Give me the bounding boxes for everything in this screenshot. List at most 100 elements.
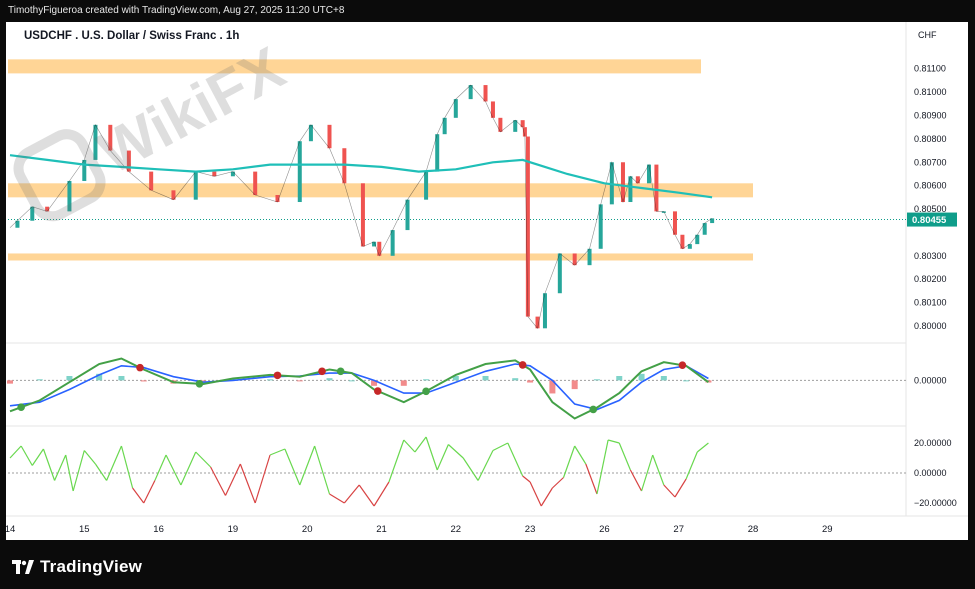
- price-candle: [297, 141, 302, 203]
- price-unit-label: CHF: [918, 30, 937, 40]
- price-candle: [468, 85, 473, 100]
- macd-histogram-bar: [512, 378, 519, 381]
- oscillator-segment: [618, 442, 631, 471]
- price-candle: [82, 159, 87, 181]
- oscillator-segment: [195, 451, 212, 468]
- oscillator-segment: [9, 445, 22, 459]
- price-candle: [483, 85, 488, 102]
- macd-histogram-bar: [66, 376, 73, 381]
- price-candle: [360, 183, 365, 247]
- price-candle: [253, 171, 258, 195]
- macd-histogram-bar: [593, 379, 600, 381]
- oscillator-segment: [640, 454, 654, 492]
- oscillator-segment: [72, 450, 85, 492]
- macd-cross-marker: [373, 387, 382, 395]
- oscillator-segment: [596, 439, 609, 495]
- price-axis-tick-label: 0.80500: [914, 204, 947, 214]
- macd-histogram-bar: [660, 376, 667, 381]
- oscillator-segment: [83, 450, 96, 465]
- oscillator-segment: [132, 487, 145, 504]
- oscillator-segment: [143, 480, 156, 504]
- price-candle: [93, 124, 98, 160]
- oscillator-segment: [696, 442, 709, 453]
- macd-histogram-bar: [527, 380, 534, 383]
- macd-cross-marker: [518, 361, 527, 369]
- price-candle: [212, 171, 217, 177]
- macd-cross-marker: [195, 379, 204, 388]
- macd-cross-marker: [589, 405, 598, 414]
- price-candle: [587, 248, 592, 266]
- oscillator-segment: [20, 445, 33, 466]
- tradingview-logo-icon: [12, 560, 34, 574]
- oscillator-segment: [154, 454, 167, 481]
- macd-axis-tick-label: 0.00000: [914, 375, 947, 385]
- price-candle: [390, 230, 395, 256]
- oscillator-segment: [674, 478, 687, 498]
- oscillator-segment: [652, 454, 665, 486]
- resistance-zone: [8, 183, 753, 198]
- tradingview-logo[interactable]: TradingView: [12, 557, 142, 577]
- macd-cross-marker: [17, 403, 25, 411]
- oscillator-segment: [31, 448, 44, 466]
- macd-histogram-bar: [118, 376, 125, 381]
- price-axis-tick-label: 0.80800: [914, 134, 947, 144]
- price-axis-tick-label: 0.81100: [914, 64, 946, 74]
- time-axis-tick-label: 15: [79, 524, 90, 535]
- macd-histogram-bar: [400, 380, 407, 386]
- price-candle: [557, 253, 562, 294]
- oscillator-segment: [551, 477, 564, 489]
- macd-histogram-bar: [36, 379, 43, 381]
- time-axis-tick-label: 20: [302, 524, 313, 535]
- macd-histogram-bar: [423, 379, 430, 381]
- macd-histogram: [7, 373, 712, 394]
- price-candle: [230, 171, 235, 177]
- oscillator-axis-tick-label: 20.00000: [914, 438, 952, 448]
- oscillator-segment: [477, 450, 494, 481]
- oscillator-segment: [403, 439, 416, 453]
- oscillator-segment: [269, 448, 286, 456]
- price-candle: [405, 199, 410, 231]
- time-axis-tick-label: 28: [748, 524, 759, 535]
- oscillator-segment: [607, 439, 620, 444]
- chart-canvas[interactable]: 0.81100 0.81000 0.80900 0.80800 0.80700 0.806…: [6, 22, 968, 540]
- price-candle: [67, 180, 72, 212]
- oscillator-segment: [629, 469, 643, 492]
- time-axis-tick-label: 19: [228, 524, 239, 535]
- oscillator-segment: [414, 436, 427, 453]
- current-price-label: 0.80455: [912, 215, 947, 226]
- price-candle: [424, 171, 429, 200]
- macd-cross-marker: [422, 387, 430, 396]
- macd-histogram-bar: [140, 380, 147, 382]
- resistance-zone: [8, 59, 701, 74]
- time-axis-tick-label: 14: [6, 524, 15, 535]
- price-candle: [542, 293, 547, 329]
- macd-cross-marker: [336, 367, 345, 376]
- oscillator-segment: [507, 442, 524, 477]
- price-axis-tick-label: 0.80700: [914, 157, 947, 167]
- oscillator-segment: [462, 457, 479, 481]
- macd-histogram-bar: [326, 378, 333, 381]
- price-axis-tick-label: 0.81000: [914, 87, 947, 97]
- macd-line: [9, 357, 709, 420]
- time-axis-tick-label: 27: [673, 524, 684, 535]
- price-axis-tick-label: 0.80200: [914, 274, 947, 284]
- macd-histogram-bar: [638, 373, 645, 381]
- oscillator-segment: [492, 442, 509, 452]
- oscillator-segment: [574, 445, 587, 465]
- oscillator-segment: [540, 487, 553, 507]
- chart-panel[interactable]: 0.81100 0.81000 0.80900 0.80800 0.80700 0.806…: [6, 22, 968, 540]
- oscillator-segment: [388, 439, 405, 483]
- chart-title: USDCHF . U.S. Dollar / Swiss Franc . 1h: [24, 30, 240, 42]
- macd-histogram-bar: [571, 380, 578, 390]
- oscillator-segment: [358, 484, 375, 507]
- oscillator-segment: [436, 444, 449, 471]
- macd-cross-marker: [318, 367, 326, 376]
- oscillator-segment: [254, 454, 271, 504]
- price-candle: [327, 124, 332, 149]
- oscillator-segment: [180, 451, 197, 486]
- time-axis-tick-label: 26: [599, 524, 610, 535]
- price-axis-tick-label: 0.80100: [914, 298, 947, 308]
- oscillator-segment: [94, 463, 108, 481]
- oscillator-segment: [224, 463, 241, 496]
- macd-cross-marker: [273, 371, 282, 380]
